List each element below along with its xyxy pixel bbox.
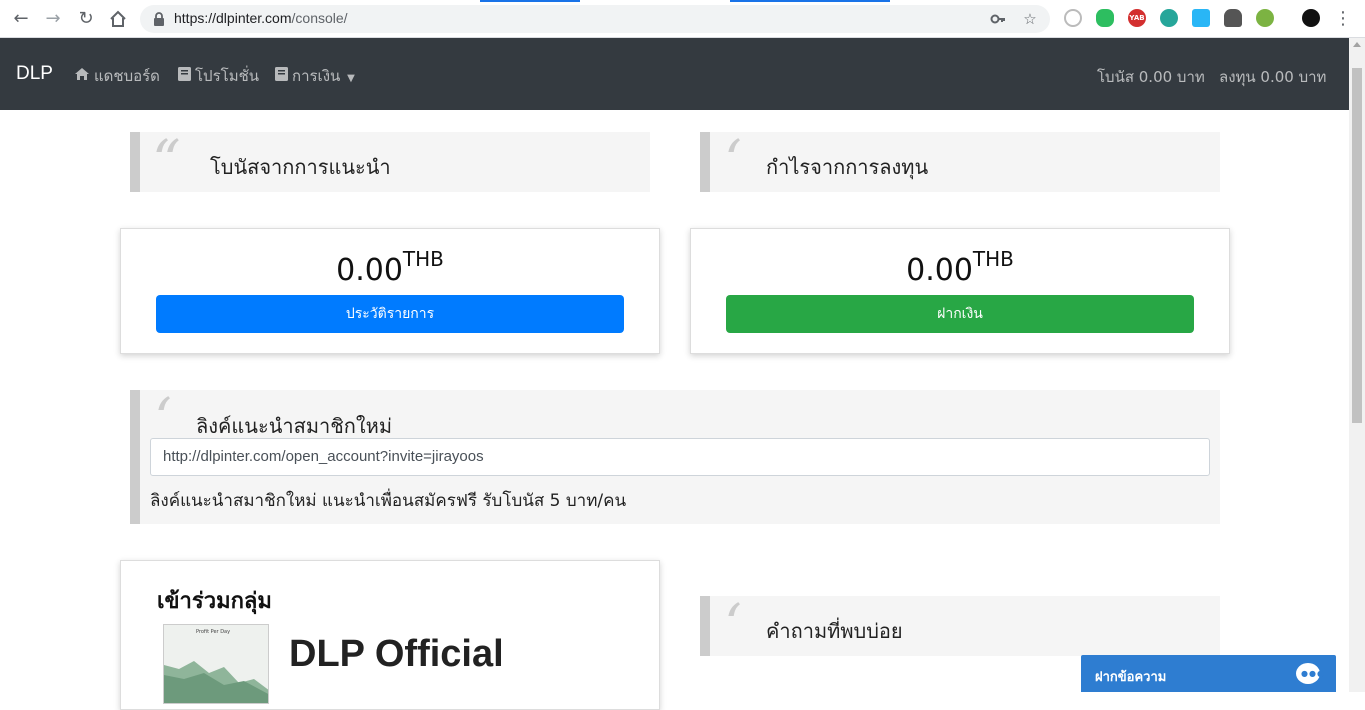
bonus-balance[interactable]: โบนัส 0.00 บาท [1097,65,1205,89]
referral-link-input[interactable]: http://dlpinter.com/open_account?invite=… [150,438,1210,476]
invest-balance[interactable]: ลงทุน 0.00 บาท [1219,65,1326,89]
group-name: DLP Official [289,633,504,675]
blocked-icon[interactable] [1064,9,1082,27]
chat-widget[interactable]: ฝากข้อความ ●●● [1081,655,1336,692]
quote-icon: ‘ [724,593,742,658]
home-button-icon[interactable] [107,8,129,30]
url-text: https://dlpinter.com/console/ [174,10,348,26]
back-icon[interactable]: ← [10,8,32,30]
join-group-title: เข้าร่วมกลุ่ม [157,589,272,614]
profit-card: 0.00THB ฝากเงิน [690,228,1230,354]
scroll-up-icon[interactable] [1353,42,1361,47]
investment-profit-header: ‘ กำไรจากการลงทุน [700,132,1220,192]
quote-icon: “ [152,129,181,194]
lock-icon [154,12,164,26]
home-icon [74,67,90,85]
thumb-caption: Profit Per Day [196,629,231,635]
menu-kebab-icon[interactable]: ⋮ [1332,8,1354,30]
join-group-card: เข้าร่วมกลุ่ม Profit Per Day DLP Officia… [120,560,660,710]
bookmark-star-icon[interactable]: ☆ [1022,11,1038,27]
site-navbar: DLP แดชบอร์ด โปรโมชั่น การเงิน ▼ โบนัส 0… [0,38,1349,110]
brand-logo[interactable]: DLP [16,63,53,85]
deposit-button[interactable]: ฝากเงิน [726,295,1194,333]
browser-toolbar: ← → ↻ https://dlpinter.com/console/ ☆ YA… [0,0,1365,38]
referral-bonus-title: โบนัสจากการแนะนำ [210,155,391,179]
nav-finance-dropdown[interactable]: การเงิน ▼ [275,64,355,88]
share-ext-icon[interactable] [1192,9,1210,27]
scrollbar-thumb[interactable] [1352,68,1362,423]
caret-down-icon: ▼ [347,73,355,84]
evernote-icon[interactable] [1096,9,1114,27]
group-thumbnail[interactable]: Profit Per Day [163,624,269,704]
investment-profit-title: กำไรจากการลงทุน [766,155,929,179]
globe-ext-icon[interactable] [1256,9,1274,27]
nav-promotion[interactable]: โปรโมชั่น [178,64,259,88]
key-icon[interactable] [990,11,1006,27]
book-icon [178,67,191,85]
faq-title: คำถามที่พบบ่อย [766,619,903,643]
forward-icon[interactable]: → [42,8,64,30]
bonus-amount: 0.00THB [336,247,444,288]
profit-amount: 0.00THB [906,247,1014,288]
book-icon [275,67,288,85]
page-scrollbar[interactable] [1349,38,1365,692]
ghost-ext-icon[interactable] [1224,9,1242,27]
history-button[interactable]: ประวัติรายการ [156,295,624,333]
chat-label: ฝากข้อความ [1095,670,1167,685]
referral-bonus-header: “ โบนัสจากการแนะนำ [130,132,650,192]
chat-bubble-icon[interactable]: ●●● [1296,663,1324,684]
nav-dashboard[interactable]: แดชบอร์ด [74,64,160,88]
faq-header: ‘ คำถามที่พบบ่อย [700,596,1220,656]
bonus-card: 0.00THB ประวัติรายการ [120,228,660,354]
yab-icon[interactable]: YAB [1128,9,1146,27]
referral-note: ลิงค์แนะนำสมาชิกใหม่ แนะนำเพื่อนสมัครฟรี… [150,491,627,511]
profile-avatar-icon[interactable] [1302,9,1320,27]
gear-ext-icon[interactable] [1160,9,1178,27]
quote-icon: ‘ [724,129,742,194]
address-bar[interactable]: https://dlpinter.com/console/ ☆ [140,5,1050,33]
reload-icon[interactable]: ↻ [75,8,97,30]
tab-indicator [0,0,1365,2]
